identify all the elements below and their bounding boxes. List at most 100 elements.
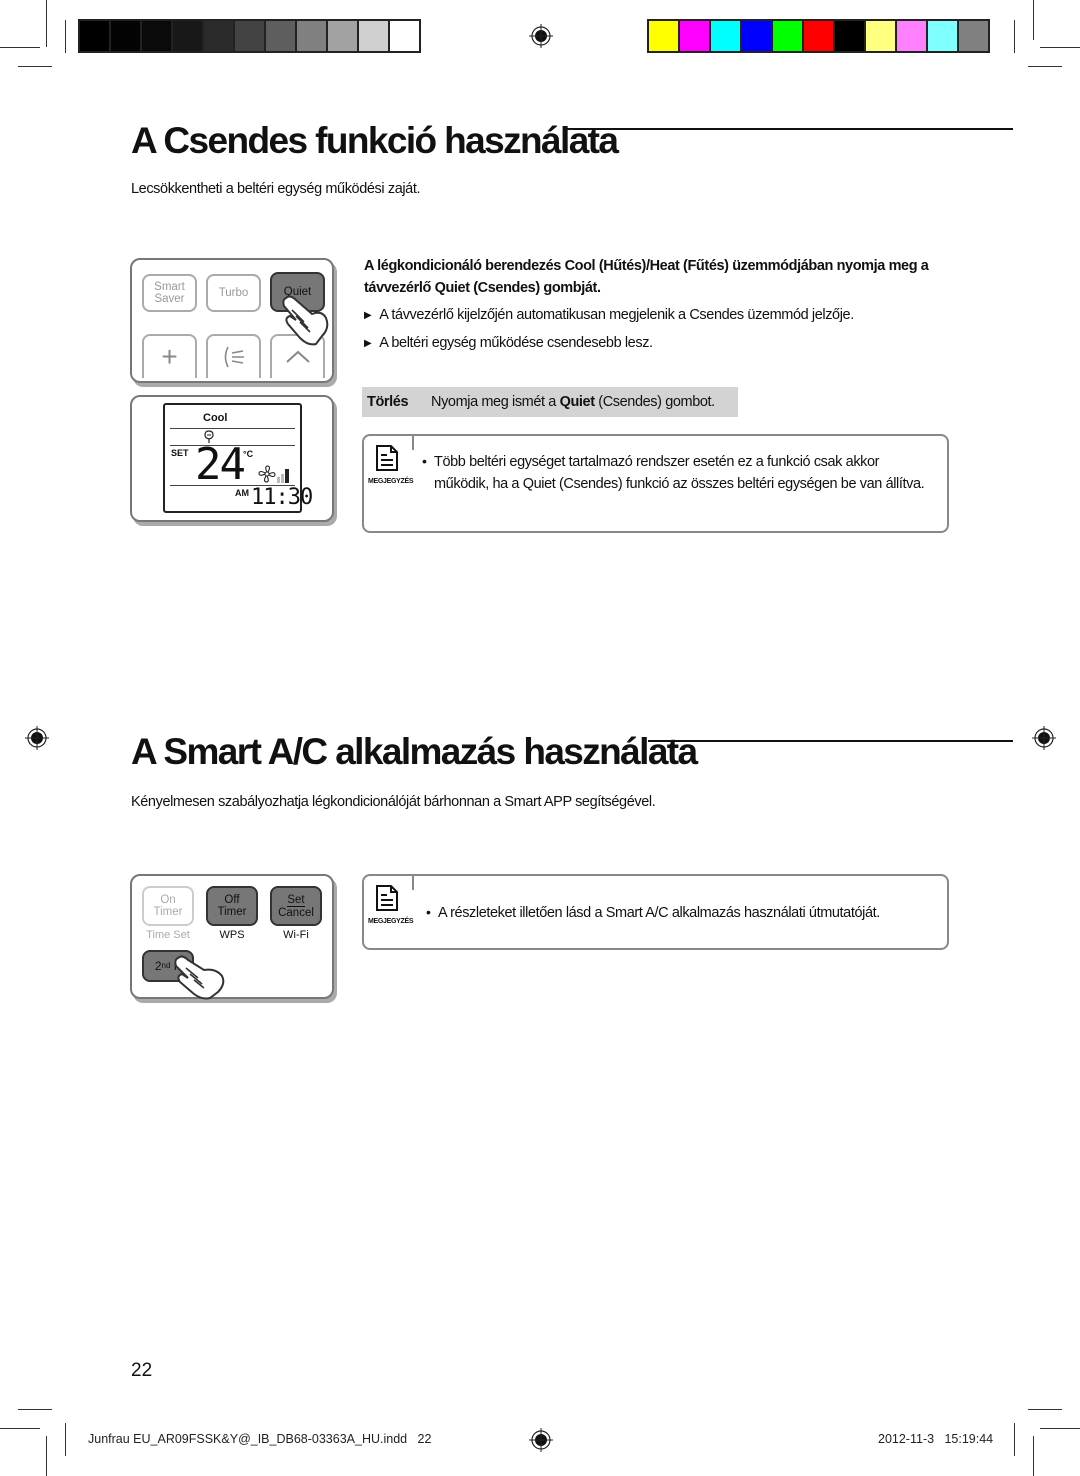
color-swatch bbox=[897, 21, 926, 51]
color-swatch bbox=[204, 21, 233, 51]
color-swatch bbox=[680, 21, 709, 51]
button-label: On bbox=[160, 894, 176, 906]
color-swatch bbox=[866, 21, 895, 51]
smart-saver-button[interactable]: Smart Saver bbox=[142, 274, 197, 312]
title-rule bbox=[567, 128, 1013, 130]
color-swatch bbox=[959, 21, 988, 51]
color-calibration-bar bbox=[647, 19, 990, 53]
note-text: A részleteket illetően lásd a Smart A/C … bbox=[438, 905, 880, 921]
color-swatch bbox=[297, 21, 326, 51]
note-document-icon bbox=[376, 885, 398, 911]
cancel-text-bold: Quiet bbox=[559, 394, 595, 410]
section-intro-smart-ac: Kényelmesen szabályozhatja légkondicioná… bbox=[131, 794, 656, 810]
registration-mark-icon bbox=[529, 24, 553, 48]
airflow-swing-icon bbox=[224, 346, 244, 368]
cancel-row: Törlés Nyomja meg ismét a Quiet (Csendes… bbox=[362, 387, 738, 417]
note-icon-block: MEGJEGYZÉS bbox=[368, 884, 414, 925]
cancel-text-part: Nyomja meg ismét a bbox=[431, 394, 560, 410]
color-swatch bbox=[80, 21, 109, 51]
color-swatch bbox=[742, 21, 771, 51]
instruction-bold: Quiet bbox=[434, 280, 470, 296]
note-tag: MEGJEGYZÉS bbox=[368, 918, 414, 925]
button-label: Timer bbox=[153, 906, 183, 918]
fan-speed-bar bbox=[285, 469, 289, 483]
off-timer-button[interactable]: Off Timer bbox=[206, 886, 258, 926]
color-swatch bbox=[173, 21, 202, 51]
lcd-divider bbox=[170, 428, 295, 429]
color-swatch bbox=[711, 21, 740, 51]
chevron-up-icon bbox=[285, 350, 310, 363]
instruction-text: A légkondicionáló berendezés Cool (Hűtés… bbox=[364, 255, 954, 299]
footer-file-name: Junfrau EU_AR09FSSK&Y@_IB_DB68-03363A_HU… bbox=[88, 1432, 432, 1446]
wps-label: WPS bbox=[219, 929, 245, 941]
color-swatch bbox=[649, 21, 678, 51]
set-cancel-button[interactable]: Set Cancel bbox=[270, 886, 322, 926]
cancel-text: Nyomja meg ismét a Quiet (Csendes) gombo… bbox=[431, 394, 715, 410]
color-swatch bbox=[359, 21, 388, 51]
swing-button[interactable] bbox=[206, 334, 261, 378]
on-timer-button[interactable]: On Timer bbox=[142, 886, 194, 926]
button-label: 2 bbox=[154, 959, 162, 973]
note-box: MEGJEGYZÉS • A részleteket illetően lásd… bbox=[362, 874, 949, 950]
color-swatch bbox=[835, 21, 864, 51]
pointing-hand-icon bbox=[174, 955, 225, 1000]
color-swatch bbox=[235, 21, 264, 51]
section-title-smart-ac: A Smart A/C alkalmazás használata bbox=[131, 731, 698, 772]
button-label: Timer bbox=[217, 906, 247, 918]
lcd-am-pm: AM bbox=[235, 488, 249, 498]
section-intro-quiet: Lecsökkentheti a beltéri egység működési… bbox=[131, 181, 421, 197]
note-tick bbox=[412, 874, 414, 890]
lcd-unit: °C bbox=[243, 449, 254, 459]
page-number: 22 bbox=[131, 1360, 153, 1381]
note-text: Több beltéri egységet tartalmazó rendsze… bbox=[434, 454, 925, 492]
note-icon-block: MEGJEGYZÉS bbox=[368, 444, 414, 485]
footer-timestamp: 2012-11-3 15:19:44 bbox=[878, 1432, 994, 1446]
color-swatch bbox=[390, 21, 419, 51]
bullet-dot: • bbox=[426, 904, 431, 920]
grayscale-calibration-bar bbox=[78, 19, 421, 53]
fan-speed-bar bbox=[281, 474, 284, 483]
plus-icon: + bbox=[161, 341, 178, 372]
cancel-label: Törlés bbox=[367, 394, 409, 410]
button-label: Turbo bbox=[218, 287, 249, 299]
remote-button-panel: Smart Saver Turbo Quiet + bbox=[130, 258, 334, 383]
registration-mark-icon bbox=[1032, 726, 1056, 750]
bullet-dot: • bbox=[422, 453, 427, 469]
color-swatch bbox=[142, 21, 171, 51]
button-label: Smart bbox=[154, 281, 185, 293]
time-set-label: Time Set bbox=[146, 929, 190, 941]
button-label: Saver bbox=[154, 293, 185, 305]
fan-speed-bar bbox=[277, 477, 280, 483]
bullet-item: A beltéri egység működése csendesebb les… bbox=[364, 332, 653, 356]
plus-button[interactable]: + bbox=[142, 334, 197, 378]
note-tick bbox=[412, 434, 414, 450]
bullet-item: A távvezérlő kijelzőjén automatikusan me… bbox=[364, 304, 854, 328]
note-box: MEGJEGYZÉS • Több beltéri egységet tarta… bbox=[362, 434, 949, 533]
registration-mark-icon bbox=[25, 726, 49, 750]
lcd-mode: Cool bbox=[203, 412, 228, 424]
registration-mark-icon bbox=[529, 1428, 553, 1452]
lcd-set-label: SET bbox=[171, 448, 189, 458]
button-label: Set bbox=[287, 893, 305, 907]
cancel-text-part: (Csendes) gombot. bbox=[594, 394, 715, 410]
title-rule bbox=[648, 740, 1013, 742]
button-label: Cancel bbox=[278, 906, 314, 919]
note-tag: MEGJEGYZÉS bbox=[368, 478, 414, 485]
color-swatch bbox=[266, 21, 295, 51]
color-swatch bbox=[328, 21, 357, 51]
pointing-hand-icon bbox=[282, 295, 329, 346]
fan-icon bbox=[258, 465, 276, 483]
button-label: Off bbox=[224, 894, 240, 906]
turbo-button[interactable]: Turbo bbox=[206, 274, 261, 312]
note-document-icon bbox=[376, 445, 398, 471]
wifi-label: Wi-Fi bbox=[283, 929, 309, 941]
remote-timer-panel: On Timer Time Set Off Timer WPS Set Canc… bbox=[130, 874, 334, 1000]
lcd-temperature: 24 bbox=[195, 439, 246, 490]
color-swatch bbox=[804, 21, 833, 51]
color-swatch bbox=[773, 21, 802, 51]
button-label-sup: nd bbox=[161, 961, 171, 970]
color-swatch bbox=[928, 21, 957, 51]
lcd-time: 11:30 bbox=[251, 485, 313, 510]
color-swatch bbox=[111, 21, 140, 51]
remote-lcd-display: Cool SET 24 °C AM 11:30 bbox=[163, 403, 313, 513]
